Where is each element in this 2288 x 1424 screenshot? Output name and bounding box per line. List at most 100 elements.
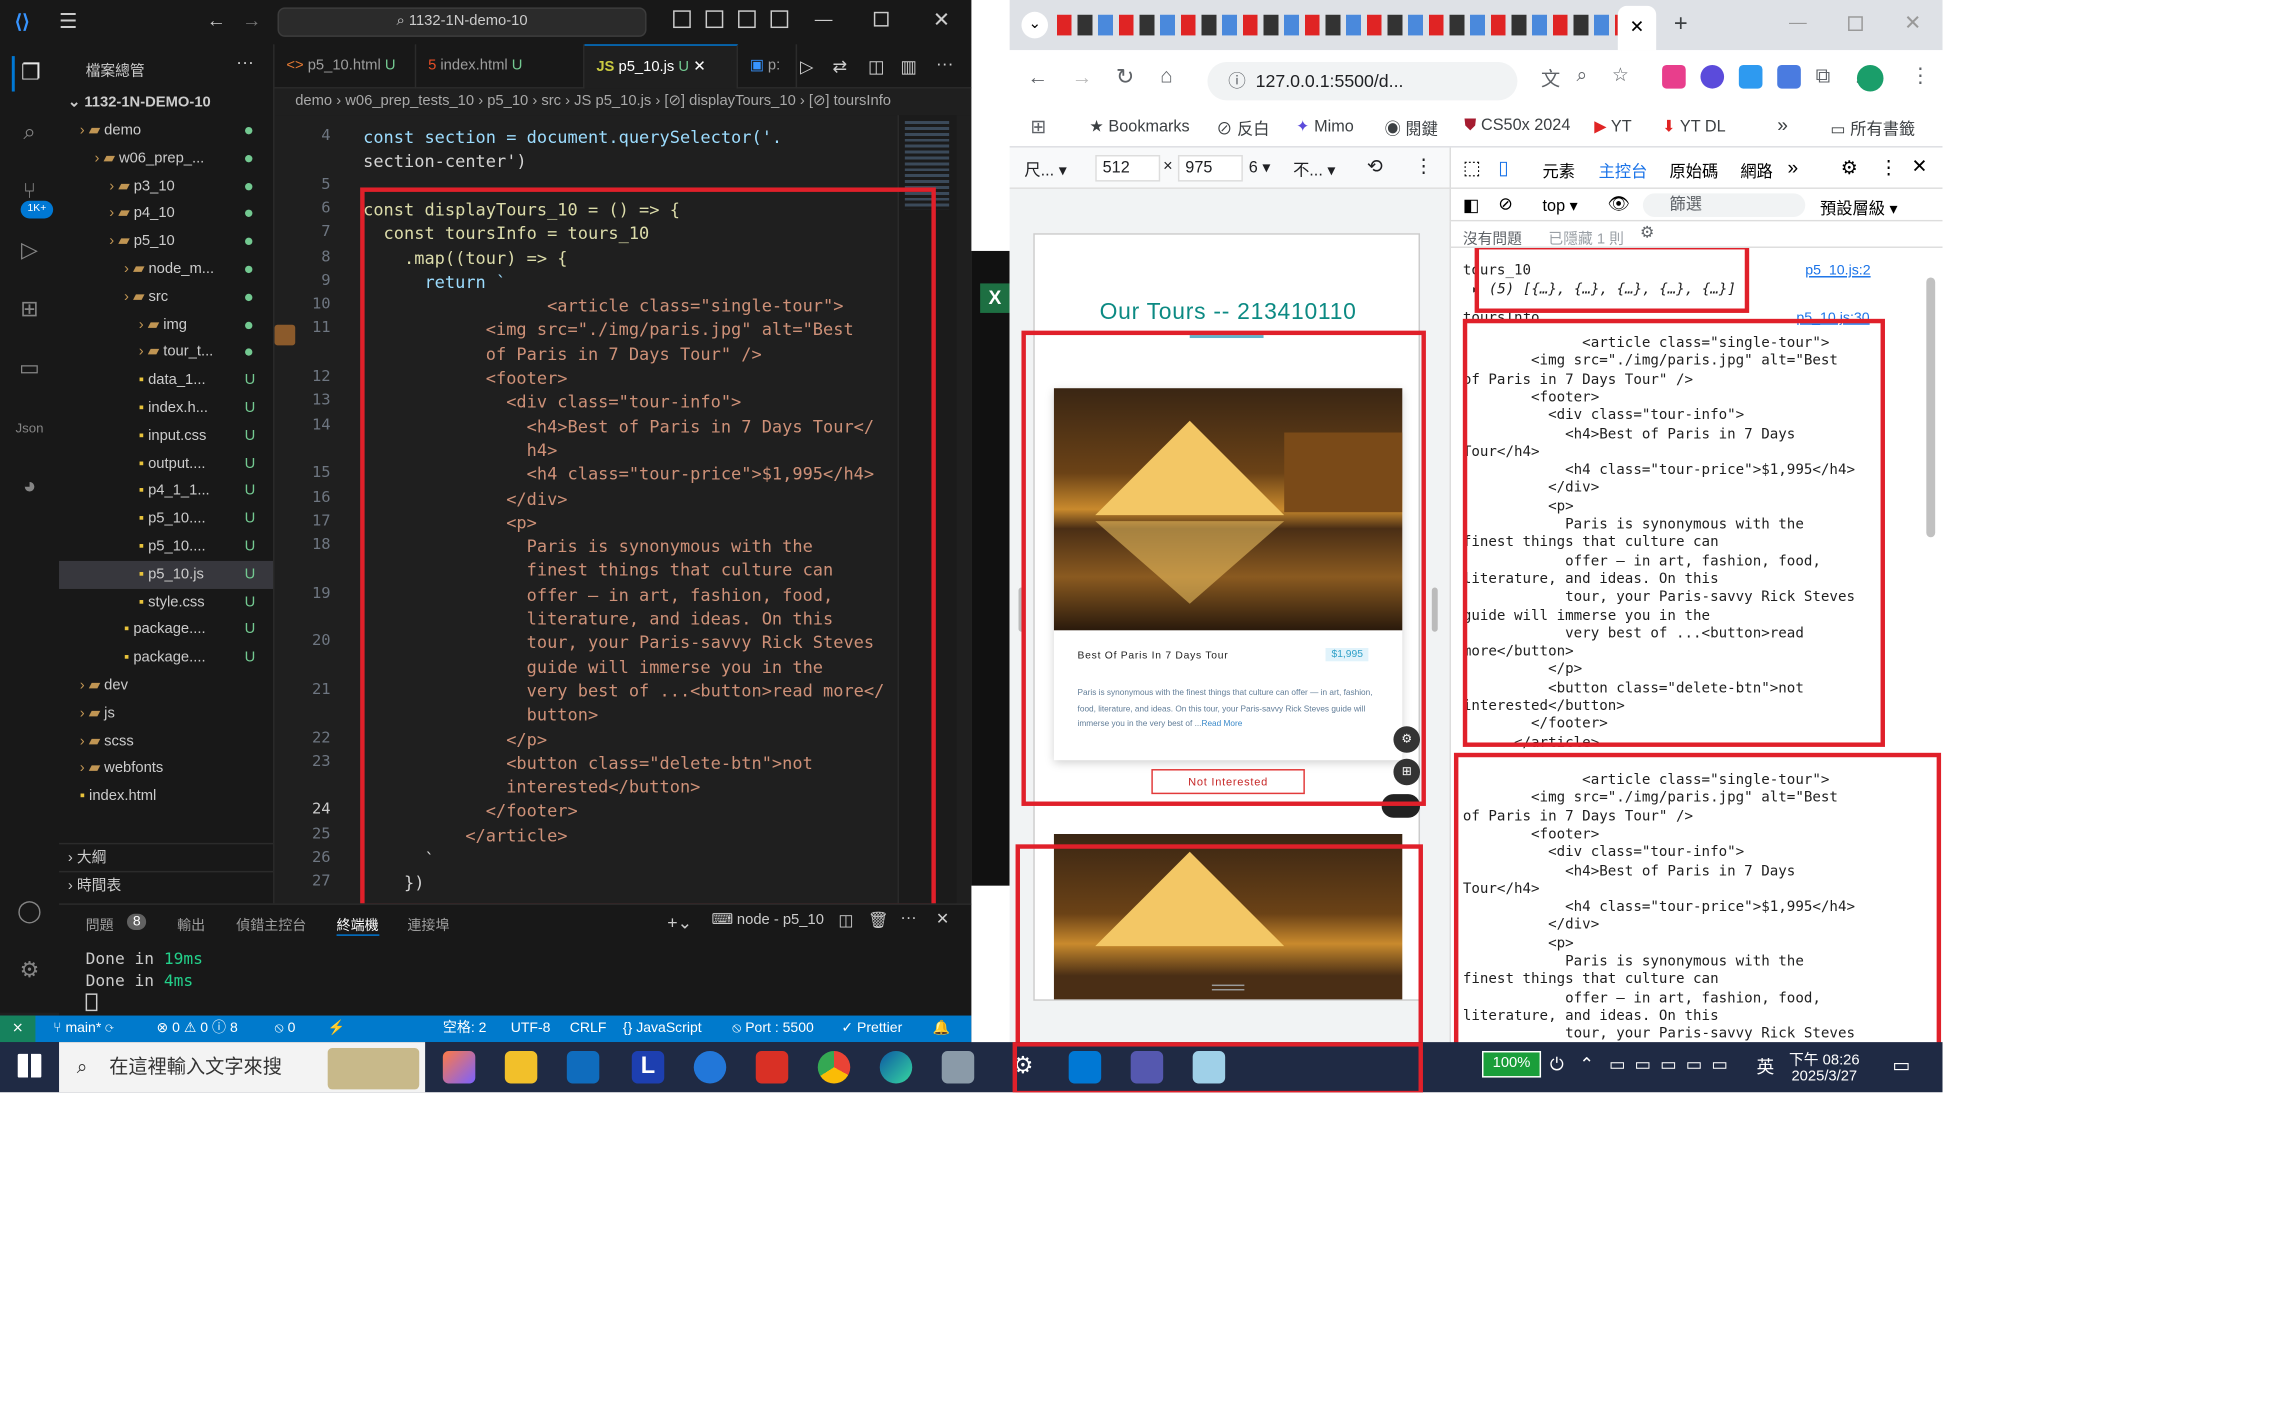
outline-section[interactable]: › 大綱 [59,842,274,871]
tab-network[interactable]: 網路 [1740,159,1772,183]
clock[interactable]: 下午 08:26 2025/3/27 [1789,1047,1860,1084]
line-app-icon[interactable]: L [631,1050,665,1084]
height-input[interactable]: 975 [1177,154,1243,182]
run-icon[interactable]: ▷ [800,56,814,77]
device-more-icon[interactable]: ⋮ [1414,155,1433,179]
ports-item[interactable]: ⦸ 0 [275,1016,296,1043]
all-bookmarks[interactable]: ▭ 所有書籤 [1830,117,1915,141]
context-select[interactable]: top ▾ [1543,196,1578,216]
active-tab-close-icon[interactable]: ✕ [1617,5,1657,51]
tree-item[interactable]: › ▰ webfonts [59,755,273,783]
tab-elements[interactable]: 元素 [1543,159,1575,183]
console-scrollbar[interactable] [1926,277,1936,538]
run-debug-icon[interactable]: ▷ [12,233,47,268]
tree-item[interactable]: ▪ package.... U [59,644,273,672]
panel-tab[interactable]: 偵錯主控台 [236,914,306,934]
new-terminal-icon[interactable]: +⌄ [667,912,692,933]
toggle-panel-icon[interactable] [705,10,724,29]
search-icon[interactable]: ⌕ [12,115,47,150]
more-bookmarks-icon[interactable]: » [1777,114,1788,136]
indent-item[interactable]: 空格: 2 [443,1016,487,1043]
inspect-icon[interactable]: ⬚ [1463,156,1481,180]
tree-item[interactable]: ▪ index.html [59,783,273,811]
tree-item[interactable]: ▪ input.css U [59,422,273,450]
extensions-puzzle-icon[interactable]: ⧉ [1816,63,1831,88]
tab-sources[interactable]: 原始碼 [1669,159,1718,183]
extension-icon[interactable] [1662,64,1686,89]
chrome-menu-icon[interactable]: ⋮ [1910,63,1931,88]
tree-item[interactable]: › ▰ p5_10 [59,228,273,256]
problems-item[interactable]: ⊗ 0 ⚠ 0 ⓘ 8 [156,1016,237,1043]
remote-icon[interactable]: ⨯ [0,1015,36,1043]
tree-item[interactable]: ▪ data_1... U [59,366,273,394]
console-source-link[interactable]: p5_10.js:2 [1805,263,1870,281]
zoom-icon[interactable]: ⌕ [1576,63,1587,87]
edge-icon[interactable] [879,1050,913,1084]
compare-icon[interactable]: ⇄ [833,56,848,77]
throttle-select[interactable]: 不... ▾ [1293,158,1335,182]
split-editor-icon[interactable]: ▥ [900,56,917,77]
tree-item[interactable]: › ▰ node_m... [59,255,273,283]
toggle-sidebar-icon[interactable] [673,10,691,29]
chrome-icon[interactable] [817,1050,851,1084]
extension-icon[interactable] [1700,64,1725,89]
no-issues-label[interactable]: 沒有問題 [1463,226,1522,248]
bookmark-star-icon[interactable]: ☆ [1612,63,1629,87]
back-icon[interactable]: ← [207,9,226,31]
language-item[interactable]: {} JavaScript [623,1016,702,1043]
notification-center-icon[interactable]: ▭ [1892,1054,1910,1078]
rotate-icon[interactable]: ⟲ [1367,155,1383,179]
new-tab-icon[interactable]: + [1674,12,1688,39]
tab-p5-10-html[interactable]: <> p5_10.html U [275,44,417,89]
breadcrumb[interactable]: demo › w06_prep_tests_10 › p5_10 › src ›… [274,88,972,116]
reload-icon[interactable]: ↻ [1116,63,1135,90]
tree-item[interactable]: ▪ p4_1_1... U [59,477,273,505]
customize-layout-icon[interactable] [770,10,789,29]
terminal-selector[interactable]: ⌨ node - p5_10 [711,912,823,928]
bookmark-item[interactable]: ◉ 閱鍵 [1385,117,1438,141]
bookmark-item[interactable]: ✦ Mimo [1296,117,1354,136]
apps-icon[interactable]: ⊞ [1030,115,1046,139]
live-server-item[interactable]: ⦸ Port : 5500 [732,1016,814,1043]
bookmark-item[interactable]: ⛊ CS50x 2024 [1464,117,1570,136]
tree-item[interactable]: › ▰ src [59,283,273,311]
extension-icon[interactable] [1738,64,1763,89]
tree-item[interactable]: › ▰ p4_10 [59,200,273,228]
close-icon[interactable]: ✕ [1904,10,1921,35]
notifications-icon[interactable]: 🔔 [933,1016,950,1043]
pdf-icon[interactable] [755,1050,789,1084]
tab-search-icon[interactable]: ⌄ [1021,11,1049,39]
file-explorer-icon[interactable] [504,1050,538,1084]
toggle-secondary-sidebar-icon[interactable] [738,10,756,29]
bookmark-item[interactable]: ⬇ YT DL [1662,117,1726,136]
devtools-more-icon[interactable]: ⋮ [1879,156,1898,180]
settings-gear-icon[interactable]: ⚙ [12,954,47,989]
address-bar[interactable]: ⓘ 127.0.0.1:5500/d... [1207,61,1518,101]
bookmark-item[interactable]: ★ Bookmarks [1089,117,1189,136]
tray-icons[interactable]: ▭▭▭▭▭ [1609,1054,1737,1075]
code-editor[interactable]: 4 const section = document.querySelector(… [274,115,972,908]
editor-more-icon[interactable]: ··· [936,53,954,74]
panel-tab[interactable]: 問題 [86,914,114,934]
lightning-icon[interactable]: ⚡ [328,1016,345,1043]
tab-index-html[interactable]: 5 index.html U [416,44,585,89]
code-line[interactable]: section-center') [363,151,527,172]
minimize-icon[interactable]: — [1789,12,1807,33]
zoom-select[interactable]: 6 ▾ [1249,158,1271,177]
remote-explorer-icon[interactable]: ▭ [12,351,47,386]
tree-item[interactable]: › ▰ img [59,311,273,339]
sidebar-toggle-icon[interactable]: ◧ [1463,195,1480,216]
device-toggle-icon[interactable]: ▯ [1498,156,1509,180]
pinned-tab-favicons[interactable] [1056,14,1618,36]
panel-tab[interactable]: 輸出 [177,914,205,934]
tree-item[interactable]: ▪ p5_10.... U [59,533,273,561]
tree-item[interactable]: ▪ style.css U [59,588,273,616]
panel-tab[interactable]: 連接埠 [407,914,449,934]
bookmark-item[interactable]: ▶ YT [1594,117,1631,136]
outlook-icon[interactable] [566,1050,600,1084]
minimize-icon[interactable]: — [815,9,833,30]
open-changes-icon[interactable]: ◫ [868,56,885,77]
devtools-settings-icon[interactable]: ⚙ [1841,156,1858,180]
profile-avatar[interactable] [1856,64,1884,92]
forward-icon[interactable]: → [1072,65,1093,89]
